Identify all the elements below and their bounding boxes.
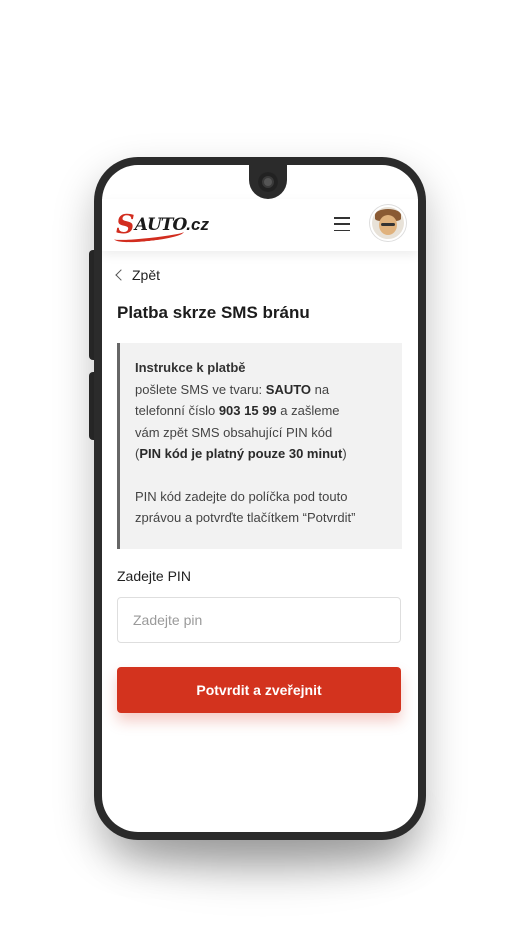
instructions-validity: (PIN kód je platný pouze 30 minut)	[135, 446, 347, 461]
payment-instructions: Instrukce k platbě pošlete SMS ve tvaru:…	[117, 343, 402, 549]
back-label: Zpět	[132, 267, 161, 283]
chevron-left-icon	[115, 269, 127, 281]
pin-input[interactable]	[117, 597, 401, 643]
instructions-line: pošlete SMS ve tvaru: SAUTO na	[135, 381, 330, 397]
instructions-note: PIN kód zadejte do políčka pod touto	[135, 488, 348, 504]
instructions-heading: Instrukce k platbě	[135, 360, 246, 375]
sauto-logo[interactable]: S AUTO .cz	[113, 212, 209, 245]
instructions-note: zprávou a potvrďte tlačítkem “Potvrdit”	[135, 510, 356, 525]
user-avatar[interactable]	[370, 205, 406, 241]
instructions-line: telefonní číslo 903 15 99 a zašleme	[135, 403, 340, 418]
page-title: Platba skrze SMS bránu	[117, 303, 310, 322]
hamburger-menu-icon[interactable]	[334, 217, 350, 231]
back-link[interactable]: Zpět	[115, 267, 161, 283]
instructions-line: vám zpět SMS obsahující PIN kód	[135, 424, 333, 440]
phone-notch	[249, 165, 287, 199]
avatar-glasses	[381, 223, 395, 226]
pin-label: Zadejte PIN	[117, 568, 191, 584]
logo-domain: .cz	[186, 215, 209, 234]
sms-phone-number: 903 15 99	[218, 403, 277, 418]
phone-frame: S AUTO .cz Zpět Platba skrze SMS bránu I…	[94, 157, 426, 840]
app-header: S AUTO .cz	[102, 199, 418, 251]
camera-icon	[258, 172, 278, 192]
phone-screen: S AUTO .cz Zpět Platba skrze SMS bránu I…	[102, 165, 418, 832]
sms-keyword: SAUTO	[265, 381, 312, 397]
confirm-publish-button[interactable]: Potvrdit a zveřejnit	[117, 667, 401, 713]
